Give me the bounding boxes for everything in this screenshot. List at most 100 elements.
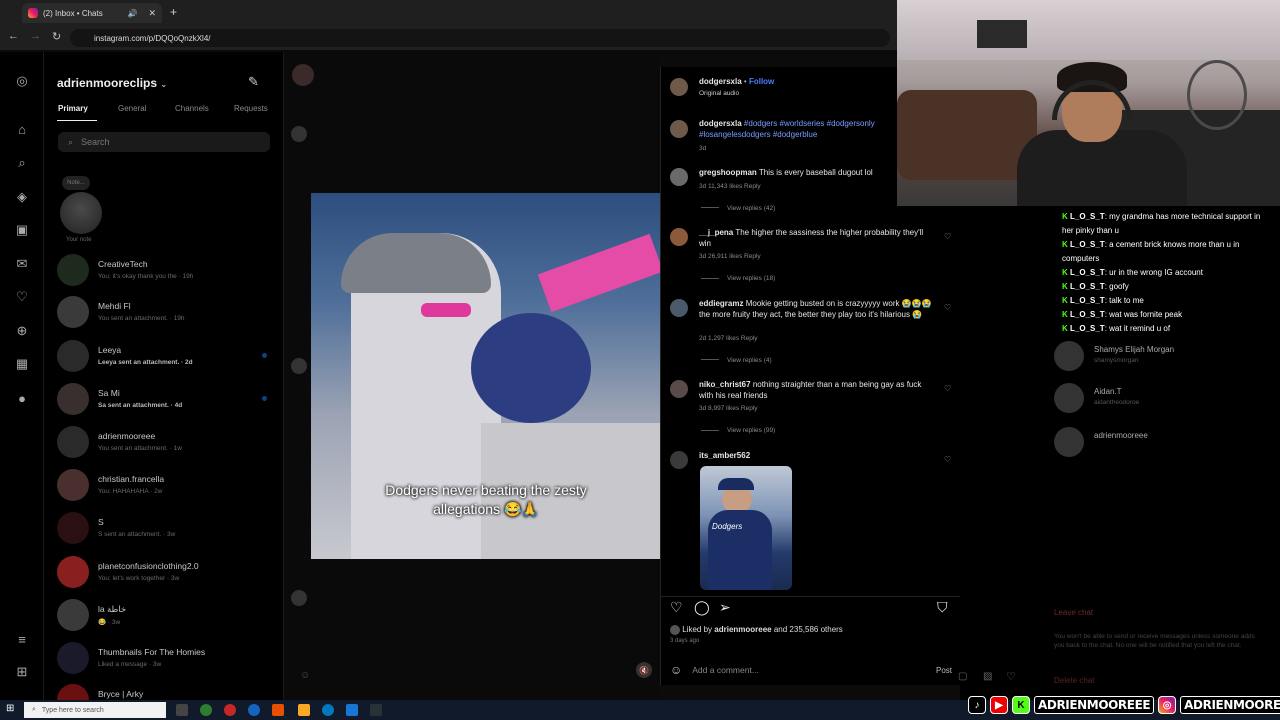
windows-start-icon[interactable]: ⊞ [6, 703, 14, 714]
member-list-item[interactable]: Aidan.T aidantheodoroe [1054, 381, 1274, 415]
caption-author[interactable]: dodgersxla [699, 119, 742, 128]
browser2-icon[interactable] [248, 704, 260, 716]
avatar[interactable] [670, 120, 688, 138]
comment-meta[interactable]: 3d 8,997 likes Reply [699, 405, 758, 412]
follow-button[interactable]: Follow [749, 77, 774, 86]
new-tab-button[interactable]: + [170, 5, 177, 19]
chat-list-item[interactable]: S S sent an attachment. · 3w [57, 508, 277, 548]
url-text: instagram.com/p/DQQoQnzkXl4/ [94, 33, 211, 43]
view-replies-button[interactable]: View replies (18) [701, 275, 775, 282]
comment-like-heart-icon[interactable]: ♡ [944, 303, 951, 312]
chat-list-item[interactable]: Mehdi Fl You sent an attachment. · 19h [57, 292, 277, 332]
comment-image[interactable]: Dodgers [700, 466, 792, 590]
gallery-icon[interactable]: ▨ [983, 671, 992, 682]
share-send-icon[interactable]: ➢ [719, 599, 731, 616]
taskbar-search-input[interactable]: ⌕ Type here to search [24, 702, 166, 718]
comment-like-heart-icon[interactable]: ♡ [944, 232, 951, 241]
browser-tab[interactable]: (2) Inbox • Chats 🔊 ✕ [22, 3, 162, 23]
view-replies-button[interactable]: View replies (42) [701, 205, 775, 212]
emoji-icon[interactable]: ☺ [670, 663, 682, 677]
task-view-icon[interactable] [176, 704, 188, 716]
comment-author[interactable]: niko_christ67 [699, 380, 751, 389]
delete-chat-button[interactable]: Delete chat [1054, 676, 1094, 685]
post-author[interactable]: dodgersxla [699, 77, 742, 86]
comment-meta[interactable]: 3d 26,911 likes Reply [699, 253, 761, 260]
chat-list-item[interactable]: adrienmooreee You sent an attachment. · 1… [57, 422, 277, 462]
leave-chat-button[interactable]: Leave chat [1054, 608, 1093, 617]
avatar[interactable] [60, 192, 102, 234]
comment-author[interactable]: gregshoopman [699, 168, 757, 177]
post-video[interactable]: Dodgers never beating the zesty allegati… [311, 193, 660, 559]
mute-button[interactable]: 🔇 [636, 662, 652, 678]
steam-icon[interactable] [370, 704, 382, 716]
chrome-icon[interactable] [200, 704, 212, 716]
avatar[interactable] [670, 168, 688, 186]
emoji-icon[interactable]: ☺ [300, 670, 310, 681]
dashboard-icon[interactable]: ▦ [13, 355, 31, 373]
avatar[interactable] [670, 451, 688, 469]
tab-primary[interactable]: Primary [58, 104, 88, 113]
compose-icon[interactable]: ✎ [248, 74, 259, 90]
search-icon[interactable]: ⌕ [13, 154, 31, 172]
explore-icon[interactable]: ◈ [13, 188, 31, 206]
chat-list-item[interactable]: CreativeTech You: it's okay thank you the… [57, 250, 277, 290]
store-icon[interactable] [346, 704, 358, 716]
comment-author[interactable]: __j_pena [699, 228, 733, 237]
inbox-username[interactable]: adrienmooreclips ⌄ [57, 76, 167, 90]
heart-icon[interactable]: ♡ [1006, 670, 1016, 683]
search-input[interactable]: ⌕ Search [58, 132, 270, 152]
sticker-icon[interactable]: ▢ [958, 671, 967, 682]
comment-like-heart-icon[interactable]: ♡ [944, 384, 951, 393]
file-explorer-icon[interactable] [298, 704, 310, 716]
chat-list-item[interactable]: la خاطة 😂 · 3w [57, 595, 277, 635]
chat-list-item[interactable]: planetconfusionclothing2.0 You: let's wor… [57, 552, 277, 592]
save-bookmark-icon[interactable]: ⛉ [937, 599, 948, 616]
comment-meta[interactable]: 2d 1,297 likes Reply [699, 335, 758, 342]
chat-list-item[interactable]: Thumbnails For The Homies Liked a message… [57, 638, 277, 678]
edge-icon[interactable] [322, 704, 334, 716]
member-list-item[interactable]: adrienmooreee [1054, 425, 1274, 459]
post-comment-button[interactable]: Post [936, 666, 952, 675]
member-list-item[interactable]: Shamys Elijah Morgan shamysmorgan [1054, 339, 1274, 373]
also-from-meta-icon[interactable]: ⊞ [13, 663, 31, 681]
profile-icon[interactable]: ● [13, 389, 31, 407]
reload-icon[interactable]: ↻ [52, 30, 61, 43]
chat-list-item[interactable]: christian.francella You: HAHAHAHA · 2w [57, 465, 277, 505]
home-icon[interactable]: ⌂ [13, 120, 31, 138]
liked-by-user[interactable]: adrienmooreee [714, 625, 771, 634]
comment-author[interactable]: eddiegramz [699, 299, 743, 308]
back-icon[interactable]: ← [8, 30, 19, 42]
original-audio[interactable]: Original audio [699, 90, 739, 97]
instagram-logo-icon[interactable]: ◎ [13, 72, 31, 90]
liked-by-others[interactable]: and 235,586 others [774, 625, 843, 634]
avatar[interactable] [670, 78, 688, 96]
more-menu-icon[interactable]: ≡ [13, 630, 31, 648]
like-heart-icon[interactable]: ♡ [670, 599, 683, 616]
avatar[interactable] [670, 299, 688, 317]
forward-icon[interactable]: → [30, 30, 41, 42]
chat-list-item[interactable]: Sa Mi Sa sent an attachment. · 4d [57, 379, 277, 419]
close-tab-icon[interactable]: ✕ [148, 8, 156, 19]
tab-requests[interactable]: Requests [234, 104, 268, 113]
comment-author[interactable]: its_amber562 [699, 451, 750, 460]
reels-icon[interactable]: ▣ [13, 221, 31, 239]
browser-icon[interactable] [224, 704, 236, 716]
avatar[interactable] [670, 228, 688, 246]
tab-channels[interactable]: Channels [175, 104, 209, 113]
messages-icon[interactable]: ✉ [13, 255, 31, 273]
note-bubble[interactable]: Note... [62, 176, 90, 190]
notifications-heart-icon[interactable]: ♡ [13, 288, 31, 306]
tab-general[interactable]: General [118, 104, 146, 113]
url-field[interactable]: instagram.com/p/DQQoQnzkXl4/ [70, 29, 890, 47]
view-replies-button[interactable]: View replies (99) [701, 427, 775, 434]
comment-meta[interactable]: 3d 11,343 likes Reply [699, 183, 761, 190]
brave-icon[interactable] [272, 704, 284, 716]
comment-bubble-icon[interactable]: ◯ [694, 599, 710, 616]
comment-like-heart-icon[interactable]: ♡ [944, 455, 951, 464]
view-replies-button[interactable]: View replies (4) [701, 357, 772, 364]
add-comment-input[interactable]: ☺ Add a comment... Post [670, 662, 952, 678]
avatar[interactable] [670, 380, 688, 398]
create-icon[interactable]: ⊕ [13, 322, 31, 340]
chat-list-item[interactable]: Leeya Leeya sent an attachment. · 2d [57, 336, 277, 376]
tab-audio-icon[interactable]: 🔊 [127, 9, 137, 18]
